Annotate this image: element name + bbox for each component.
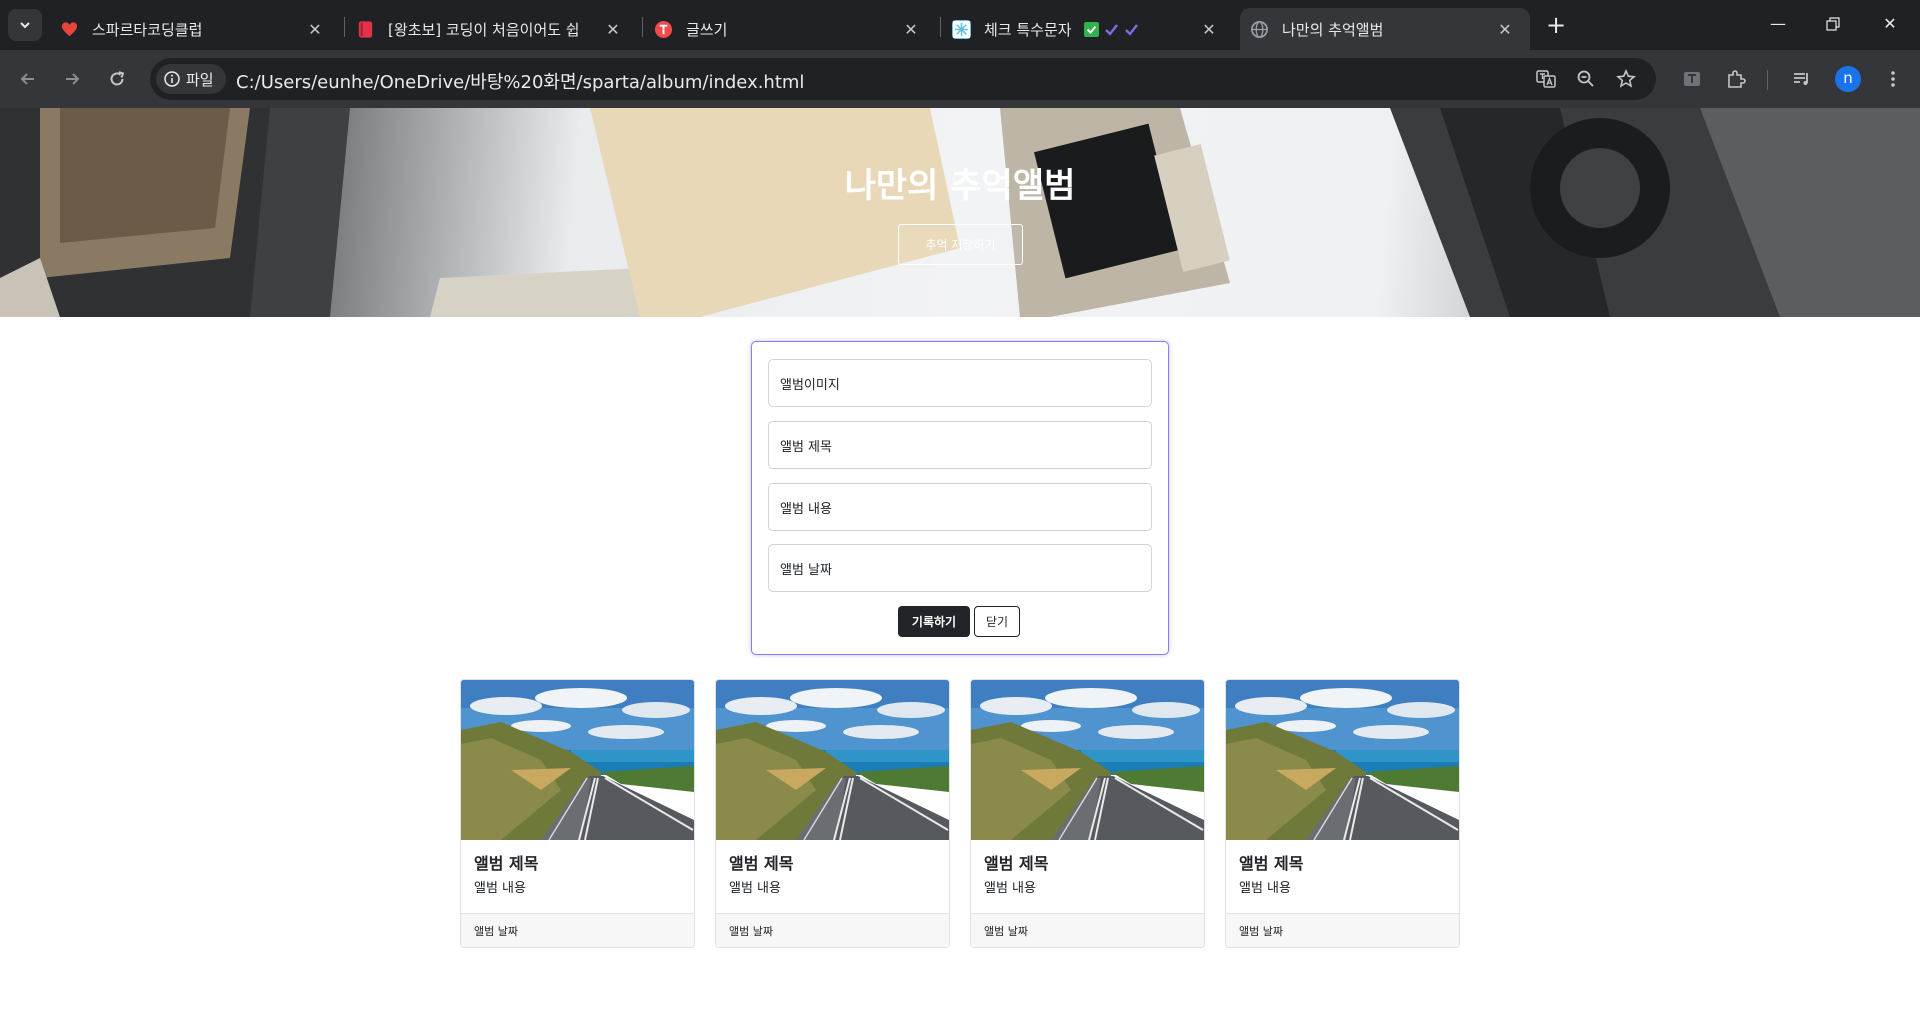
forward-icon[interactable]	[57, 64, 87, 94]
tab-strip: 스파르타코딩클럽 ✕ [왕초보] 코딩이 처음이어도 쉽 ✕ 글쓰기 ✕ 체크 …	[0, 0, 1920, 50]
chevron-down-icon	[20, 22, 30, 29]
tab-divider	[940, 17, 941, 37]
tab-close-icon[interactable]: ✕	[1494, 20, 1516, 39]
album-title-input[interactable]: 앨범 제목	[768, 421, 1152, 469]
card-date: 앨범 날짜	[1226, 913, 1459, 947]
card-text: 앨범 내용	[1239, 881, 1291, 896]
more-menu-icon[interactable]	[1878, 64, 1908, 94]
tab-sparta-coding-club[interactable]: 스파르타코딩클럽 ✕	[50, 8, 340, 50]
extension-t-icon[interactable]	[1677, 64, 1707, 94]
save-memory-button[interactable]: 추억 저장하기	[898, 224, 1023, 265]
pen-icon	[654, 20, 673, 38]
globe-icon	[1251, 20, 1268, 38]
tab-memory-album[interactable]: 나만의 추억앨범 ✕	[1240, 8, 1530, 50]
check-icon	[1105, 23, 1119, 36]
album-card: 앨범 제목 앨범 내용 앨범 날짜	[715, 679, 950, 948]
tab-close-icon[interactable]: ✕	[1198, 20, 1220, 39]
book-icon	[358, 20, 373, 38]
album-card: 앨범 제목 앨범 내용 앨범 날짜	[460, 679, 695, 948]
album-card: 앨범 제목 앨범 내용 앨범 날짜	[970, 679, 1205, 948]
extensions-puzzle-icon[interactable]	[1721, 64, 1751, 94]
reload-icon[interactable]	[102, 64, 132, 94]
album-form: 앨범이미지 앨범 제목 앨범 내용 앨범 날짜 기록하기 닫기	[751, 341, 1169, 655]
media-queue-icon[interactable]	[1787, 64, 1817, 94]
tab-beginner-coding[interactable]: [왕초보] 코딩이 처음이어도 쉽 ✕	[348, 8, 638, 50]
card-text: 앨범 내용	[984, 881, 1036, 896]
card-image	[1226, 680, 1459, 840]
tab-close-icon[interactable]: ✕	[602, 20, 624, 39]
url-text[interactable]: C:/Users/eunhe/OneDrive/바탕%20화면/sparta/a…	[236, 68, 804, 94]
card-title: 앨범 제목	[984, 854, 1049, 873]
card-title: 앨범 제목	[1239, 854, 1304, 873]
snowflake-icon	[952, 19, 971, 39]
card-text: 앨범 내용	[729, 881, 781, 896]
card-image	[461, 680, 694, 840]
page-viewport: 나만의 추억앨범 추억 저장하기 앨범이미지 앨범 제목 앨범 내용 앨범 날짜…	[0, 108, 1920, 1020]
toolbar-divider	[1767, 70, 1768, 90]
card-date: 앨범 날짜	[716, 913, 949, 947]
close-button[interactable]: 닫기	[974, 606, 1020, 637]
heart-icon	[61, 21, 78, 36]
tab-close-icon[interactable]: ✕	[900, 20, 922, 39]
info-icon	[164, 71, 180, 87]
tab-title: 스파르타코딩클럽	[92, 20, 203, 39]
bookmark-star-icon[interactable]	[1611, 64, 1641, 94]
album-image-input[interactable]: 앨범이미지	[768, 359, 1152, 407]
address-bar[interactable]: 파일 C:/Users/eunhe/OneDrive/바탕%20화면/spart…	[150, 58, 1656, 100]
album-content-input[interactable]: 앨범 내용	[768, 483, 1152, 531]
tab-close-icon[interactable]: ✕	[304, 20, 326, 39]
hero-photo	[0, 108, 1920, 317]
tab-title: 체크 특수문자	[984, 19, 1198, 40]
translate-icon[interactable]	[1531, 64, 1561, 94]
check-icon	[1125, 23, 1138, 36]
tab-title: [왕초보] 코딩이 처음이어도 쉽	[388, 20, 580, 39]
close-window-icon[interactable]: ✕	[1868, 8, 1912, 40]
card-title: 앨범 제목	[474, 854, 539, 873]
card-date: 앨범 날짜	[461, 913, 694, 947]
tab-search-button[interactable]	[8, 9, 42, 41]
tab-write-post[interactable]: 글쓰기 ✕	[646, 8, 936, 50]
check-icon	[1084, 21, 1100, 37]
tab-title: 글쓰기	[686, 20, 728, 39]
tab-special-characters[interactable]: 체크 특수문자 ✕	[944, 8, 1234, 50]
card-date: 앨범 날짜	[971, 913, 1204, 947]
album-date-input[interactable]: 앨범 날짜	[768, 544, 1152, 592]
restore-window-icon[interactable]	[1811, 8, 1855, 40]
zoom-out-icon[interactable]	[1571, 64, 1601, 94]
album-card: 앨범 제목 앨범 내용 앨범 날짜	[1225, 679, 1460, 948]
tab-divider	[642, 17, 643, 37]
file-scheme-label: 파일	[186, 70, 214, 89]
card-image	[716, 680, 949, 840]
card-image	[971, 680, 1204, 840]
page-title: 나만의 추억앨범	[844, 166, 1076, 206]
card-text: 앨범 내용	[474, 881, 526, 896]
back-icon[interactable]	[13, 64, 43, 94]
new-tab-plus-icon[interactable]: +	[1542, 12, 1570, 40]
record-button[interactable]: 기록하기	[898, 606, 970, 637]
card-title: 앨범 제목	[729, 854, 794, 873]
hero-banner: 나만의 추억앨범 추억 저장하기	[0, 108, 1920, 317]
minimize-icon[interactable]: —	[1756, 8, 1800, 40]
profile-avatar[interactable]: n	[1835, 66, 1861, 92]
tab-title: 나만의 추억앨범	[1282, 20, 1384, 39]
browser-toolbar: 파일 C:/Users/eunhe/OneDrive/바탕%20화면/spart…	[0, 50, 1920, 108]
tab-divider	[344, 17, 345, 37]
site-info-chip[interactable]: 파일	[156, 64, 226, 94]
